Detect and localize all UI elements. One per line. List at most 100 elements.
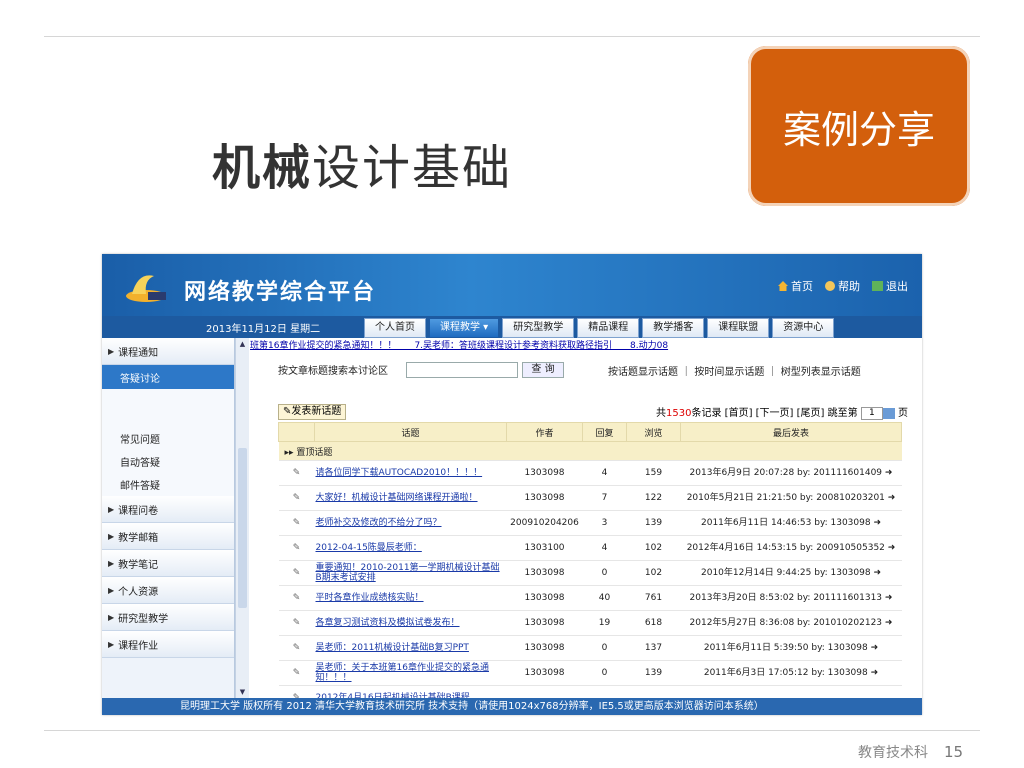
- triangle-right-icon: ▶: [108, 558, 115, 568]
- topic-views: 102: [626, 560, 681, 586]
- topic-last-post: 2013年6月9日 20:07:28 by: 201111601409 ➜: [680, 460, 902, 486]
- home-icon: [778, 281, 788, 291]
- scroll-down-icon[interactable]: ▼: [236, 686, 249, 698]
- table-row: ✎ 吴老师：关于本班第16章作业提交的紧急通知！！！ 1303098 0 139 2011…: [278, 660, 902, 686]
- topic-title[interactable]: 平时各章作业成绩核实贴！: [314, 585, 507, 611]
- page-number: 15: [944, 743, 964, 761]
- pager: 共1530条记录 [首页] [下一页] [尾页] 跳至第 1 页: [656, 406, 908, 420]
- topic-author: 200910204206: [506, 510, 583, 536]
- topic-replies: 40: [582, 585, 627, 611]
- sidebar-scrollbar[interactable]: ▲ ▼: [235, 338, 249, 698]
- tab-personal-home[interactable]: 个人首页: [364, 318, 426, 338]
- topic-title[interactable]: 老师补交及修改的不给分了吗？: [314, 510, 507, 536]
- sidebar-sub-mail-qa[interactable]: 邮件答疑: [102, 473, 234, 496]
- table-row: ✎ 老师补交及修改的不给分了吗？ 200910204206 3 139 2011年6月11…: [278, 510, 902, 536]
- topic-views: 159: [626, 460, 681, 486]
- sidebar-sub-faq[interactable]: 常见问题: [102, 427, 234, 450]
- topic-icon: ✎: [278, 610, 315, 636]
- tab-course-teaching[interactable]: 课程教学 ▾: [429, 318, 500, 338]
- triangle-right-icon: ▶: [108, 504, 115, 514]
- topic-title[interactable]: 大家好！机械设计基础网络课程开通啦！: [314, 485, 507, 511]
- triangle-right-icon: ▶: [108, 612, 115, 622]
- tab-quality-courses[interactable]: 精品课程: [577, 318, 640, 338]
- help-link[interactable]: 帮助: [825, 278, 860, 294]
- search-button[interactable]: 查 询: [522, 362, 564, 378]
- bottom-divider: [44, 730, 980, 731]
- logout-link[interactable]: 退出: [872, 278, 908, 294]
- topic-author: 1303098: [506, 585, 583, 611]
- topic-title[interactable]: 请各位同学下载AUTOCAD2010！！！！: [314, 460, 507, 486]
- topic-views: 137: [626, 635, 681, 661]
- topic-author: 1303098: [506, 485, 583, 511]
- sidebar-item-course-notice[interactable]: ▶ 课程通知: [102, 338, 234, 365]
- topic-last-post: 2010年5月21日 21:21:50 by: 200810203201 ➜: [680, 485, 902, 511]
- scroll-up-icon[interactable]: ▲: [236, 338, 249, 350]
- search-input[interactable]: [406, 362, 518, 378]
- display-mode-links[interactable]: 按话题显示话题 ｜ 按时间显示话题 ｜ 树型列表显示话题: [608, 363, 861, 378]
- slide-footer: 教育技术科 15: [858, 742, 963, 762]
- sidebar-item-research[interactable]: ▶ 研究型教学: [102, 604, 234, 631]
- header-banner: 网络教学综合平台 首页 帮助 退出: [102, 254, 922, 316]
- top-divider: [44, 36, 980, 37]
- topic-author: 1303098: [506, 635, 583, 661]
- topic-title[interactable]: 吴老师：2011机械设计基础B复习PPT: [314, 635, 507, 661]
- topic-replies: 4: [582, 460, 627, 486]
- pinned-topics-header: ▸▸ 置顶话题: [278, 441, 902, 461]
- topic-last-post: 2010年12月14日 9:44:25 by: 1303098 ➜: [680, 560, 902, 586]
- tab-course-alliance[interactable]: 课程联盟: [707, 318, 770, 338]
- notice-marquee[interactable]: 班第16章作业提交的紧急通知！！！ 7.吴老师：答班级课程设计参考资料获取路径指…: [250, 338, 918, 350]
- toolbar-row: ✎发表新话题 共1530条记录 [首页] [下一页] [尾页] 跳至第 1 页: [278, 404, 908, 422]
- sidebar-item-homework[interactable]: ▶ 课程作业: [102, 631, 234, 658]
- topic-last-post: 2012年5月27日 8:36:08 by: 201010202123 ➜: [680, 610, 902, 636]
- topic-icon: ✎: [278, 585, 315, 611]
- topic-icon: ✎: [278, 635, 315, 661]
- tab-podcast[interactable]: 教学播客: [642, 318, 705, 338]
- case-share-badge: 案例分享: [748, 46, 970, 206]
- col-replies: 回复: [582, 422, 627, 442]
- table-row: ✎ 平时各章作业成绩核实贴！ 1303098 40 761 2013年3月20日 8:53…: [278, 585, 902, 611]
- tab-research-teaching[interactable]: 研究型教学: [502, 318, 575, 338]
- table-row: ✎ 各章复习测试资料及模拟试卷发布！ 1303098 19 618 2012年5月27日 …: [278, 610, 902, 636]
- sidebar-item-qa-discussion[interactable]: 答疑讨论: [102, 365, 234, 389]
- sidebar-item-mailbox[interactable]: ▶ 教学邮箱: [102, 523, 234, 550]
- col-topic: 话题: [314, 422, 507, 442]
- topic-icon: ✎: [278, 460, 315, 486]
- scroll-thumb[interactable]: [238, 448, 247, 608]
- topic-last-post: 2011年6月3日 17:05:12 by: 1303098 ➜: [680, 660, 902, 686]
- topic-title[interactable]: 吴老师：关于本班第16章作业提交的紧急通知！！！: [314, 660, 507, 686]
- page-number-input[interactable]: 1: [860, 406, 883, 420]
- sidebar: ▶ 课程通知 答疑讨论 常见问题 自动答疑 邮件答疑 ▶ 课程问卷 ▶ 教学邮箱 ▶ 教…: [102, 338, 235, 698]
- table-row: ✎ 吴老师：2011机械设计基础B复习PPT 1303098 0 137 2011年6月1…: [278, 635, 902, 661]
- status-bar: 昆明理工大学 版权所有 2012 清华大学教育技术研究所 技术支持（请使用102…: [102, 698, 922, 715]
- col-views: 浏览: [626, 422, 681, 442]
- sidebar-item-questionnaire[interactable]: ▶ 课程问卷: [102, 496, 234, 523]
- current-date: 2013年11月12日 星期二: [206, 324, 321, 335]
- topic-replies: 4: [582, 535, 627, 561]
- topic-author: 1303098: [506, 460, 583, 486]
- topic-replies: 3: [582, 510, 627, 536]
- topic-views: 139: [626, 510, 681, 536]
- sidebar-sub-auto-qa[interactable]: 自动答疑: [102, 450, 234, 473]
- topic-icon: ✎: [278, 510, 315, 536]
- topic-author: 1303098: [506, 610, 583, 636]
- page-dropdown-icon[interactable]: [882, 407, 895, 419]
- topic-views: 618: [626, 610, 681, 636]
- footer-label: 教育技术科: [858, 745, 928, 761]
- table-row: ✎ 2012-04-15陈曼辰老师： 1303100 4 102 2012年4月16日 1…: [278, 535, 902, 561]
- tab-resource-center[interactable]: 资源中心: [772, 318, 835, 338]
- sidebar-item-personal-resources[interactable]: ▶ 个人资源: [102, 577, 234, 604]
- search-row: 按文章标题搜索本讨论区 查 询 按话题显示话题 ｜ 按时间显示话题 ｜ 树型列表…: [278, 362, 898, 380]
- triangle-right-icon: ▶: [108, 346, 115, 356]
- sidebar-item-notes[interactable]: ▶ 教学笔记: [102, 550, 234, 577]
- slide-title-bold: 机械: [212, 140, 313, 196]
- main-tabs: 个人首页 课程教学 ▾ 研究型教学 精品课程 教学播客 课程联盟 资源中心: [364, 318, 835, 338]
- new-topic-button[interactable]: ✎发表新话题: [278, 404, 347, 420]
- topic-title[interactable]: 重要通知！2010-2011第一学期机械设计基础B期末考试安排: [314, 560, 507, 586]
- home-link[interactable]: 首页: [778, 278, 813, 294]
- sidebar-spacer: [102, 389, 234, 427]
- slide-title: 机械设计基础: [212, 128, 512, 198]
- topic-replies: 0: [582, 635, 627, 661]
- topic-title[interactable]: 2012-04-15陈曼辰老师：: [314, 535, 507, 561]
- table-row: ✎ 重要通知！2010-2011第一学期机械设计基础B期末考试安排 1303098 0…: [278, 560, 902, 586]
- topic-title[interactable]: 各章复习测试资料及模拟试卷发布！: [314, 610, 507, 636]
